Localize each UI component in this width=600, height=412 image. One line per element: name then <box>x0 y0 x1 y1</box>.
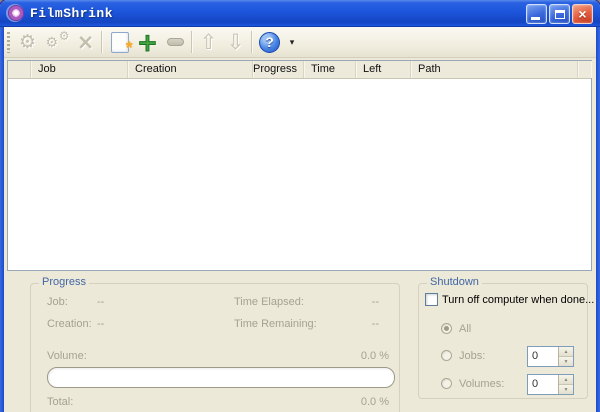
volumes-spinner[interactable]: 0 ▲ ▼ <box>527 374 574 395</box>
move-up-button[interactable]: ⇧ <box>195 29 222 55</box>
shutdown-groupbox: Shutdown Turn off computer when done... … <box>418 276 594 399</box>
volume-label: Volume: <box>47 350 87 362</box>
toolbar: ⚙ ⚙ ⚙ × * + ⇧ ⇩ ? ▾ <box>4 27 596 58</box>
multi-settings-button[interactable]: ⚙ ⚙ <box>44 29 71 55</box>
sparkle-icon: * <box>125 37 133 57</box>
app-cd-disc-icon <box>8 5 24 21</box>
column-header-path[interactable]: Path <box>411 61 578 78</box>
add-button[interactable]: + <box>134 29 161 55</box>
progress-group-title: Progress <box>39 276 90 288</box>
gears-icon: ⚙ ⚙ <box>45 29 70 51</box>
radio-jobs-label[interactable]: Jobs: <box>459 350 485 362</box>
radio-selected-dot <box>444 326 449 331</box>
minus-icon <box>167 38 184 46</box>
window-title: FilmShrink <box>30 6 114 21</box>
plus-icon: + <box>137 27 159 57</box>
column-header-progress[interactable]: Progress <box>253 61 304 78</box>
time-remaining-value: -- <box>371 318 379 330</box>
move-down-button[interactable]: ⇩ <box>222 29 249 55</box>
settings-button[interactable]: ⚙ <box>14 29 41 55</box>
down-arrow-icon: ⇩ <box>226 29 245 54</box>
application-window: FilmShrink × ⚙ ⚙ ⚙ × * + ⇧ ⇩ ? ▾ Job Cre… <box>0 0 600 412</box>
volume-progress-bar <box>47 367 395 388</box>
up-arrow-icon: ⇧ <box>199 29 218 54</box>
help-question-icon: ? <box>259 31 280 53</box>
column-header-icon[interactable] <box>8 61 31 78</box>
volume-percent: 0.0 % <box>360 350 389 362</box>
total-percent: 0.0 % <box>360 396 389 408</box>
job-list: Job Creation Progress Time Left Path <box>7 60 592 271</box>
job-value: -- <box>97 296 105 308</box>
shutdown-group-title: Shutdown <box>427 276 482 288</box>
new-page-icon: * <box>110 31 133 57</box>
delete-button[interactable]: × <box>72 29 99 55</box>
toolbar-separator <box>191 31 192 53</box>
radio-volumes-label[interactable]: Volumes: <box>459 378 504 390</box>
time-elapsed-label: Time Elapsed: <box>234 296 304 308</box>
volumes-spinner-value[interactable]: 0 <box>528 375 558 394</box>
radio-volumes[interactable] <box>441 378 452 389</box>
column-header-filler <box>578 61 591 78</box>
time-elapsed-value: -- <box>371 296 379 308</box>
jobs-spinner-up-icon[interactable]: ▲ <box>559 347 573 356</box>
job-list-body[interactable] <box>8 79 591 270</box>
column-header-creation[interactable]: Creation <box>128 61 253 78</box>
toolbar-separator <box>101 31 102 53</box>
remove-button[interactable] <box>162 29 189 55</box>
window-border-left <box>0 27 4 412</box>
turn-off-checkbox[interactable] <box>425 293 438 306</box>
minimize-icon <box>531 17 540 20</box>
gear-icon: ⚙ <box>18 30 37 53</box>
help-button[interactable]: ? <box>256 29 283 55</box>
radio-all-label[interactable]: All <box>459 323 471 335</box>
jobs-spinner-down-icon[interactable]: ▼ <box>559 356 573 366</box>
column-header-left[interactable]: Left <box>356 61 411 78</box>
x-delete-icon: × <box>76 29 95 54</box>
jobs-spinner-value[interactable]: 0 <box>528 347 558 366</box>
window-border-right <box>596 27 600 412</box>
column-header-job[interactable]: Job <box>31 61 128 78</box>
time-remaining-label: Time Remaining: <box>234 318 317 330</box>
chevron-down-icon: ▾ <box>289 36 295 47</box>
column-header-time[interactable]: Time <box>304 61 356 78</box>
job-label: Job: <box>47 296 68 308</box>
creation-value: -- <box>97 318 105 330</box>
maximize-icon <box>554 9 565 19</box>
help-dropdown-button[interactable]: ▾ <box>286 29 298 55</box>
close-icon: × <box>578 6 587 22</box>
creation-label: Creation: <box>47 318 92 330</box>
radio-all[interactable] <box>441 323 452 334</box>
new-job-button[interactable]: * <box>106 29 133 57</box>
toolbar-grabber[interactable] <box>7 32 10 53</box>
turn-off-checkbox-label[interactable]: Turn off computer when done... <box>442 294 594 306</box>
volumes-spinner-down-icon[interactable]: ▼ <box>559 384 573 394</box>
jobs-spinner[interactable]: 0 ▲ ▼ <box>527 346 574 367</box>
total-label: Total: <box>47 396 74 408</box>
minimize-button[interactable] <box>526 4 547 24</box>
close-button[interactable]: × <box>572 4 593 24</box>
toolbar-separator <box>251 31 252 53</box>
job-list-header: Job Creation Progress Time Left Path <box>8 61 591 79</box>
title-bar[interactable]: FilmShrink × <box>0 0 600 27</box>
volumes-spinner-up-icon[interactable]: ▲ <box>559 375 573 384</box>
progress-groupbox: Progress Job: -- Time Elapsed: -- Creati… <box>30 276 400 412</box>
radio-jobs[interactable] <box>441 350 452 361</box>
maximize-button[interactable] <box>549 4 570 24</box>
